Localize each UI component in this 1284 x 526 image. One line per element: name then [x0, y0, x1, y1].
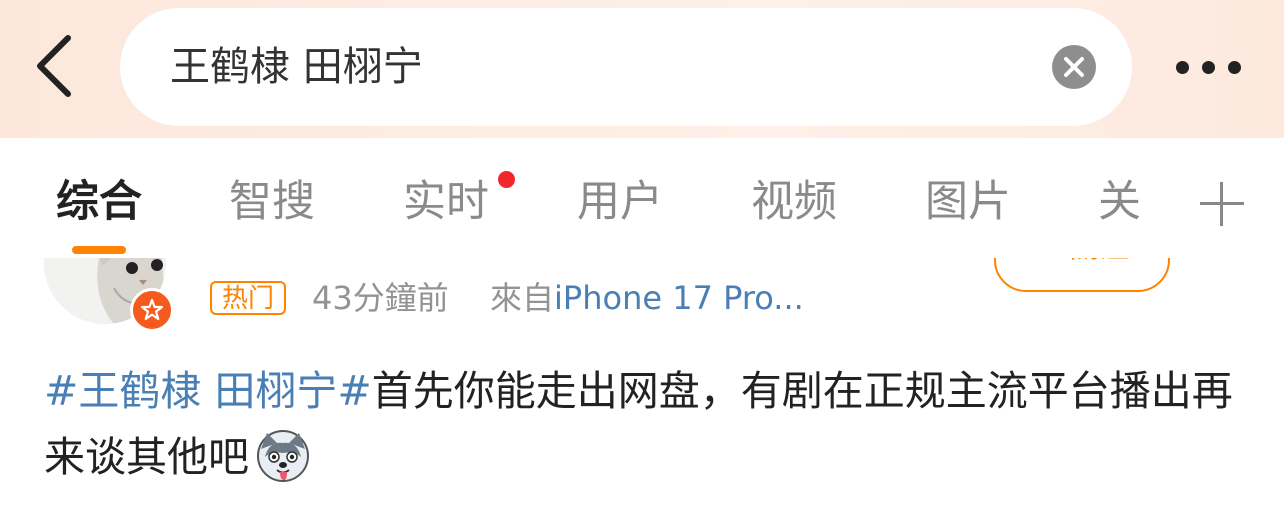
active-tab-indicator [72, 246, 126, 254]
post-text: #王鹤棣 田栩宁#首先你能走出网盘，有剧在正规主流平台播出再来谈其他吧 [44, 358, 1240, 490]
tab-comprehensive[interactable]: 综合 [56, 172, 142, 232]
post-time: 43分鐘前 [312, 279, 449, 317]
tab-images[interactable]: 图片 [925, 172, 1011, 232]
notification-dot [498, 171, 515, 188]
chevron-left-icon [37, 35, 71, 97]
close-icon [1064, 57, 1084, 77]
back-button[interactable] [34, 34, 78, 98]
search-query-text[interactable]: 王鹤棣 田栩宁 [170, 8, 423, 126]
add-tab-plus-icon[interactable] [1200, 182, 1244, 226]
search-header: 王鹤棣 田栩宁 [0, 0, 1284, 138]
tab-fade-overlay [1140, 158, 1200, 248]
more-options-button[interactable] [1172, 48, 1244, 88]
source-prefix: 來自 [490, 279, 555, 317]
tab-videos[interactable]: 视频 [751, 172, 837, 232]
more-dot-icon [1176, 61, 1189, 74]
follow-button-label: + 關注 [996, 258, 1168, 266]
follow-button[interactable]: + 關注 [994, 258, 1170, 292]
post-card: + 關注 热门 43分鐘前 來自iPhone 17 Pro... #王鹤棣 田栩… [0, 258, 1284, 526]
verified-badge-icon [130, 288, 174, 332]
more-dot-icon [1228, 61, 1241, 74]
source-device[interactable]: iPhone 17 Pro... [554, 279, 804, 317]
tab-users[interactable]: 用户 [577, 172, 663, 232]
post-source: 來自iPhone 17 Pro... [490, 276, 804, 320]
search-tabs: 综合 智搜 实时 用户 视频 图片 关 [0, 138, 1284, 258]
tab-smart-search[interactable]: 智搜 [229, 172, 315, 232]
star-icon [140, 298, 164, 321]
husky-emoji-icon [253, 429, 313, 483]
search-input[interactable]: 王鹤棣 田栩宁 [120, 8, 1132, 126]
tab-following[interactable]: 关 [1098, 172, 1141, 232]
tab-realtime[interactable]: 实时 [403, 172, 489, 232]
topic-link[interactable]: #王鹤棣 田栩宁# [44, 367, 372, 415]
more-dot-icon [1202, 61, 1215, 74]
clear-search-button[interactable] [1052, 45, 1096, 89]
hot-tag-badge: 热门 [210, 281, 287, 315]
